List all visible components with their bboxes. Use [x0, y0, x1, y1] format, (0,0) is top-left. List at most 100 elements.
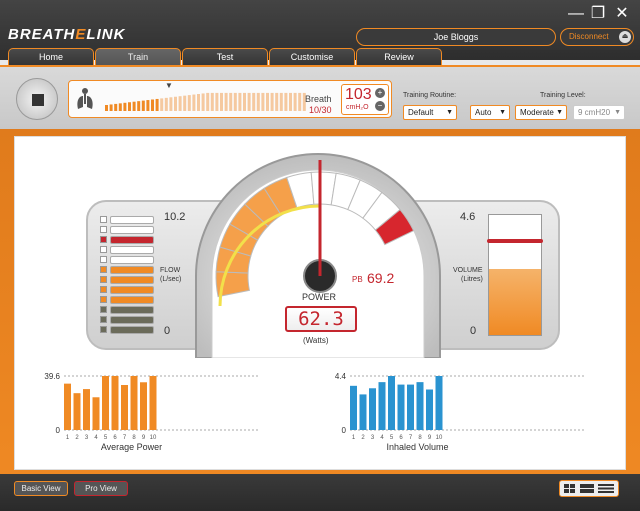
chart-bar: [140, 382, 147, 430]
stop-button[interactable]: [16, 78, 58, 120]
volume-min: 0: [470, 325, 477, 337]
training-level-label: Training Level:: [540, 92, 586, 99]
flow-bar: [110, 326, 154, 334]
flow-indicator: [100, 226, 107, 233]
tab-home[interactable]: Home: [8, 48, 94, 66]
y-min-label: 0: [56, 426, 61, 435]
y-max-label: 39.6: [44, 372, 60, 381]
power-unit: (Watts): [303, 336, 329, 345]
layout-toggle[interactable]: [559, 480, 619, 497]
chart-bar: [83, 389, 90, 430]
close-icon[interactable]: ✕: [614, 6, 630, 22]
breath-bar: [174, 96, 177, 111]
breath-bar: [256, 92, 260, 111]
x-tick-label: 4: [94, 435, 98, 441]
flow-indicator: [100, 236, 107, 243]
chart-bar: [149, 376, 157, 430]
flow-indicator: [100, 266, 107, 273]
chart-bar: [416, 382, 424, 430]
level-value: Moderate: [520, 108, 554, 117]
chart-bar: [350, 385, 357, 430]
chart-bar: [111, 376, 119, 430]
chart-bar: [92, 397, 100, 430]
pressure-unit: cmH₂O: [346, 104, 369, 111]
pro-view-button[interactable]: Pro View: [74, 481, 128, 496]
breath-bar: [284, 92, 288, 111]
level-select[interactable]: Moderate ▼: [515, 105, 567, 120]
tab-test[interactable]: Test: [182, 48, 268, 66]
user-name: Joe Bloggs: [356, 28, 556, 46]
chart-title: Average Power: [101, 442, 162, 452]
pressure-value: 103: [345, 86, 372, 103]
x-tick-label: 8: [132, 435, 136, 441]
flow-bar: [110, 246, 154, 254]
breath-bar: [123, 102, 127, 111]
minimize-icon[interactable]: —: [568, 6, 584, 22]
breath-bar: [146, 100, 150, 111]
x-tick-label: 6: [113, 435, 117, 441]
flow-unit: (L/sec): [160, 276, 182, 283]
mode-select[interactable]: Auto ▼: [470, 105, 510, 120]
lungs-icon: [77, 88, 93, 109]
flow-indicator: [100, 296, 107, 303]
disconnect-button[interactable]: Disconnect ⏏: [560, 28, 634, 46]
chart-bar: [388, 376, 395, 430]
average-power-chart: 39.6 01 2 3 4 5 6 7 8 9 10Average Power: [44, 372, 258, 452]
breath-bar: [215, 92, 219, 111]
x-tick-label: 1: [66, 435, 70, 441]
chevron-down-icon: ▼: [556, 109, 563, 116]
breath-count: 10/30: [309, 105, 332, 115]
flow-bar: [110, 296, 154, 304]
tab-train[interactable]: Train: [95, 48, 181, 66]
pressure-display: 103 cmH₂O + −: [341, 84, 389, 115]
breath-bar: [160, 98, 164, 111]
breath-bar: [229, 92, 233, 111]
chevron-down-icon: ▼: [499, 109, 506, 116]
pressure-decrease-button[interactable]: −: [375, 101, 385, 111]
tab-review[interactable]: Review: [356, 48, 442, 66]
chart-bar: [359, 394, 367, 430]
x-tick-label: 2: [361, 435, 365, 441]
chart-bar: [130, 376, 138, 430]
training-routine-select[interactable]: Default ▼: [403, 105, 457, 120]
flow-bar: [110, 306, 154, 314]
pressure-increase-button[interactable]: +: [375, 88, 385, 98]
breath-bar: [151, 99, 154, 111]
breath-bar: [105, 105, 108, 111]
chart-bar: [64, 383, 71, 430]
basic-view-button[interactable]: Basic View: [14, 481, 68, 496]
restore-icon[interactable]: ❐: [590, 6, 606, 22]
mode-value: Auto: [475, 108, 492, 117]
x-tick-label: 3: [371, 435, 375, 441]
breath-bar: [247, 92, 251, 111]
breath-bar: [275, 92, 279, 111]
y-min-label: 0: [342, 426, 347, 435]
volume-target-marker: [487, 239, 543, 243]
volume-fill: [489, 269, 541, 335]
breath-bar: [155, 98, 159, 111]
chart-bar: [407, 384, 414, 430]
breath-bar: [132, 101, 136, 111]
y-max-label: 4.4: [335, 372, 347, 381]
breath-bar: [270, 92, 274, 111]
flow-min: 0: [164, 325, 171, 337]
chart-bar: [102, 376, 109, 430]
breath-bar: [192, 94, 196, 111]
breath-bar: [289, 92, 292, 111]
breath-bar: [137, 101, 141, 111]
breath-bar: [114, 103, 118, 111]
flow-indicator: [100, 326, 107, 333]
breath-bar: [206, 92, 210, 111]
breath-bar: [233, 92, 237, 111]
chart-bar: [369, 388, 376, 430]
chart-bar: [121, 385, 128, 430]
volume-unit: (Litres): [461, 276, 483, 283]
training-routine-label: Training Routine:: [403, 92, 457, 99]
breath-panel: ▼ Breath 10/30 103 cmH₂O + −: [68, 80, 392, 118]
breath-bar: [164, 97, 168, 111]
flow-bar: [110, 266, 154, 274]
breath-bar: [279, 92, 283, 111]
power-readout: 62.3: [285, 306, 357, 332]
tab-customise[interactable]: Customise: [269, 48, 355, 66]
breath-bar: [266, 92, 269, 111]
